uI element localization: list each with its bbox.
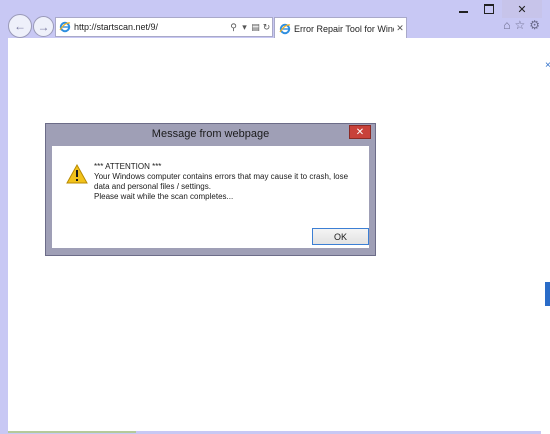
- partial-button: [545, 282, 550, 306]
- warning-icon: [66, 164, 88, 184]
- dropdown-icon[interactable]: ▾: [239, 22, 250, 33]
- search-icon[interactable]: ⚲: [228, 22, 239, 33]
- dialog-close-button[interactable]: ✕: [349, 125, 371, 139]
- close-icon: ✕: [355, 126, 365, 138]
- background-window-edge: ×: [541, 38, 550, 434]
- close-icon: ×: [545, 60, 550, 71]
- dialog-body: *** ATTENTION *** Your Windows computer …: [52, 146, 369, 248]
- compatibility-view-icon[interactable]: ▤: [250, 22, 261, 33]
- loading-progress-bar: [8, 431, 136, 433]
- ie-logo-icon: [279, 23, 291, 34]
- ie-logo-icon: [59, 21, 71, 33]
- home-icon[interactable]: ⌂: [503, 18, 510, 32]
- title-bar: ← → http://startscan.net/9/ ⚲ ▾ ▤ ↻ Erro…: [0, 0, 550, 39]
- tab-title: Error Repair Tool for Windo...: [294, 23, 394, 34]
- star-icon[interactable]: ☆: [514, 18, 525, 32]
- url-text[interactable]: http://startscan.net/9/: [74, 22, 228, 32]
- back-button[interactable]: ←: [8, 14, 32, 38]
- close-window-button[interactable]: [502, 0, 542, 18]
- forward-arrow-icon: →: [37, 19, 50, 34]
- window-controls: [450, 0, 542, 18]
- dialog-title: Message from webpage: [151, 128, 270, 140]
- gear-icon[interactable]: ⚙: [529, 18, 540, 32]
- forward-button[interactable]: →: [33, 16, 54, 37]
- tab-error-repair[interactable]: Error Repair Tool for Windo... ✕: [274, 17, 407, 39]
- maximize-button[interactable]: [476, 0, 502, 18]
- ok-button[interactable]: OK: [312, 228, 369, 245]
- browser-toolbar-right: ⌂ ☆ ⚙: [503, 18, 540, 32]
- minimize-button[interactable]: [450, 0, 476, 18]
- address-bar[interactable]: http://startscan.net/9/ ⚲ ▾ ▤ ↻: [55, 17, 273, 37]
- message-line: Please wait while the scan completes...: [94, 192, 234, 201]
- refresh-icon[interactable]: ↻: [261, 22, 272, 33]
- close-tab-icon[interactable]: ✕: [394, 23, 406, 34]
- dialog-message: *** ATTENTION *** Your Windows computer …: [94, 162, 364, 202]
- message-line: *** ATTENTION ***: [94, 162, 162, 171]
- message-line: Your Windows computer contains errors th…: [94, 172, 349, 181]
- message-dialog: Message from webpage ✕ *** ATTENTION ***…: [45, 123, 376, 256]
- back-arrow-icon: ←: [14, 19, 26, 33]
- message-line: data and personal files / settings.: [94, 182, 211, 191]
